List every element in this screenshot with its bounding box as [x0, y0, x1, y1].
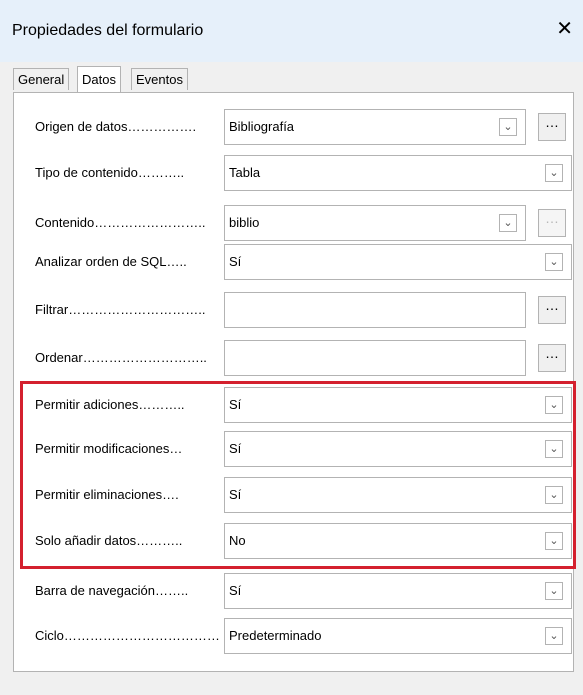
origen-datos-more-button[interactable]: …: [538, 113, 566, 141]
contenido-more-button: …: [538, 209, 566, 237]
tab-general[interactable]: General: [13, 68, 70, 90]
label-tipo-contenido: Tipo de contenido………..: [35, 165, 185, 180]
row-contenido: Contenido…………………….. biblio ⌄ …: [14, 205, 573, 241]
origen-datos-combo[interactable]: Bibliografía ⌄: [224, 109, 526, 145]
row-ordenar: Ordenar……………………….. …: [14, 340, 573, 376]
barra-navegacion-value: Sí: [229, 583, 242, 598]
analizar-sql-select[interactable]: Sí ⌄: [224, 244, 572, 280]
tipo-contenido-select[interactable]: Tabla ⌄: [224, 155, 572, 191]
close-icon[interactable]: ✕: [556, 16, 573, 41]
ciclo-select[interactable]: Predeterminado ⌄: [224, 618, 572, 654]
tab-datos[interactable]: Datos: [77, 66, 121, 92]
chevron-down-icon[interactable]: ⌄: [499, 118, 517, 136]
row-ciclo: Ciclo……………………………… Predeterminado ⌄: [14, 618, 573, 654]
tipo-contenido-value: Tabla: [229, 165, 261, 180]
chevron-down-icon[interactable]: ⌄: [499, 214, 517, 232]
label-contenido: Contenido……………………..: [35, 215, 206, 230]
chevron-down-icon[interactable]: ⌄: [545, 627, 563, 645]
ordenar-more-button[interactable]: …: [538, 344, 566, 372]
label-ciclo: Ciclo………………………………: [35, 628, 220, 643]
chevron-down-icon[interactable]: ⌄: [545, 253, 563, 271]
row-analizar-sql: Analizar orden de SQL….. Sí ⌄: [14, 244, 573, 280]
origen-datos-value: Bibliografía: [229, 119, 295, 134]
contenido-combo[interactable]: biblio ⌄: [224, 205, 526, 241]
row-origen-datos: Origen de datos……………. Bibliografía ⌄ …: [14, 109, 573, 145]
filtrar-more-button[interactable]: …: [538, 296, 566, 324]
barra-navegacion-select[interactable]: Sí ⌄: [224, 573, 572, 609]
analizar-sql-value: Sí: [229, 254, 242, 269]
label-ordenar: Ordenar………………………..: [35, 350, 207, 365]
chevron-down-icon[interactable]: ⌄: [545, 582, 563, 600]
filtrar-input[interactable]: [224, 292, 526, 328]
row-filtrar: Filtrar………………………….. …: [14, 292, 573, 328]
label-barra-navegacion: Barra de navegación……..: [35, 583, 189, 598]
chevron-down-icon[interactable]: ⌄: [545, 164, 563, 182]
label-origen-datos: Origen de datos…………….: [35, 119, 197, 134]
dialog-title: Propiedades del formulario: [12, 22, 204, 39]
contenido-value: biblio: [229, 215, 260, 230]
label-filtrar: Filtrar…………………………..: [35, 302, 206, 317]
row-barra-navegacion: Barra de navegación…….. Sí ⌄: [14, 573, 573, 609]
ordenar-input[interactable]: [224, 340, 526, 376]
ciclo-value: Predeterminado: [229, 628, 322, 643]
label-analizar-sql: Analizar orden de SQL…..: [35, 254, 187, 269]
tab-eventos[interactable]: Eventos: [131, 68, 188, 90]
highlight-box: [20, 381, 576, 569]
dialog-titlebar: Propiedades del formulario ✕: [0, 0, 583, 62]
row-tipo-contenido: Tipo de contenido……….. Tabla ⌄: [14, 155, 573, 191]
